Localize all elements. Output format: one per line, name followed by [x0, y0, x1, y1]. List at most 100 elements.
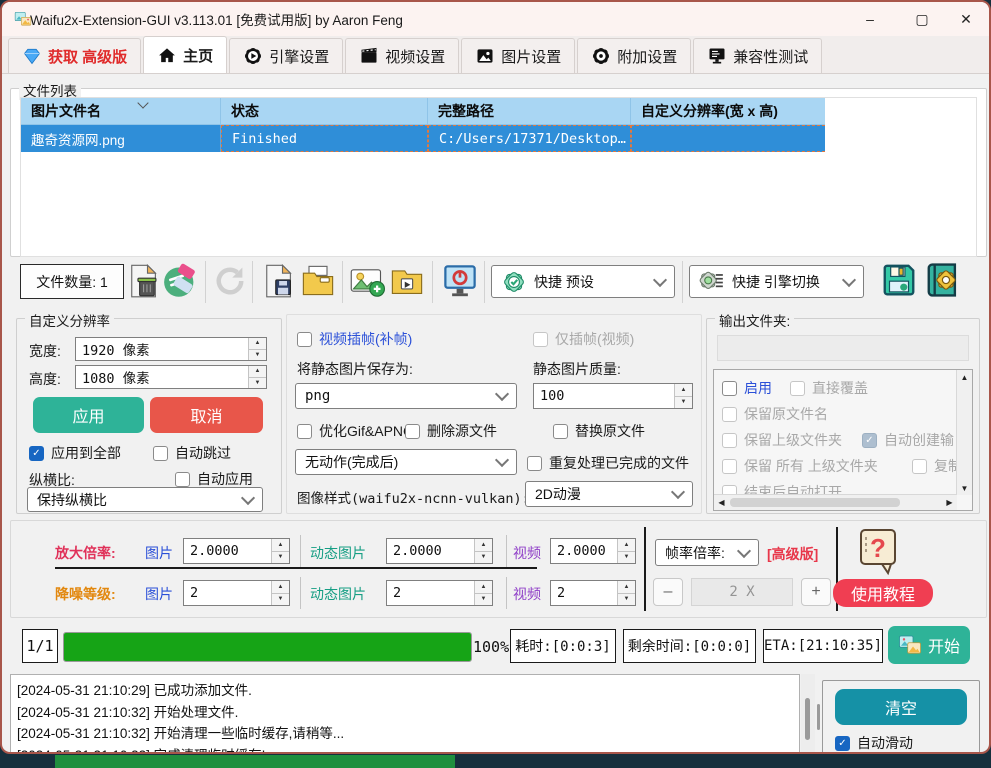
refresh-button[interactable] [212, 263, 248, 299]
optimize-gif-checkbox[interactable] [297, 424, 312, 439]
scroll-right-icon[interactable]: ▶ [942, 495, 957, 509]
spinner-arrows[interactable]: ▲▼ [271, 581, 289, 605]
horizontal-scrollbar[interactable]: ◀ ▶ [714, 494, 957, 510]
spinner-arrows[interactable]: ▲▼ [617, 581, 635, 605]
auto-apply-option[interactable]: 自动应用 [175, 469, 253, 489]
spinner-arrows[interactable]: ▲▼ [271, 539, 289, 563]
auto-apply-checkbox[interactable] [175, 472, 190, 487]
maximize-button[interactable]: ▢ [900, 4, 944, 34]
tab-home[interactable]: 主页 [143, 36, 227, 73]
spin-up-icon[interactable]: ▲ [475, 581, 492, 594]
scroll-down-icon[interactable]: ▼ [957, 481, 972, 495]
enable-output-option[interactable]: 启用 [722, 378, 772, 398]
column-header-path[interactable]: 完整路径 [428, 98, 631, 125]
spinner-arrows[interactable]: ▲▼ [474, 581, 492, 605]
upscale-video-spinbox[interactable]: 2.0000 ▲▼ [550, 538, 636, 564]
spin-down-icon[interactable]: ▼ [272, 552, 289, 564]
auto-create-folder-option[interactable]: 自动创建输 [862, 430, 957, 450]
spin-down-icon[interactable]: ▼ [618, 552, 635, 564]
interpolation-only-option[interactable]: 仅插帧(视频) [533, 329, 634, 349]
interpolation-only-checkbox[interactable] [533, 332, 548, 347]
clear-log-button[interactable]: 清空 [835, 689, 967, 725]
apply-resolution-button[interactable]: 应用 [33, 397, 144, 433]
tab-image-settings[interactable]: 图片设置 [461, 38, 575, 73]
save-settings-button[interactable] [880, 261, 918, 299]
tab-engine-settings[interactable]: 引擎设置 [229, 38, 343, 73]
settings-manual-button[interactable] [924, 261, 962, 299]
spin-up-icon[interactable]: ▲ [618, 581, 635, 594]
add-video-button[interactable] [389, 263, 425, 299]
tutorial-button[interactable]: 使用教程 [833, 579, 933, 607]
keep-parent-folder-option[interactable]: 保留上级文件夹 [722, 430, 842, 450]
apply-to-all-option[interactable]: 应用到全部 [29, 443, 121, 463]
keep-filename-checkbox[interactable] [722, 407, 737, 422]
cell-resolution[interactable] [631, 125, 825, 152]
apply-to-all-checkbox[interactable] [29, 446, 44, 461]
spin-up-icon[interactable]: ▲ [675, 384, 692, 397]
denoise-video-spinbox[interactable]: 2 ▲▼ [550, 580, 636, 606]
table-row[interactable]: 趣奇资源网.png Finished C:/Users/17371/Deskto… [21, 125, 976, 152]
upscale-image-spinbox[interactable]: 2.0000 ▲▼ [183, 538, 290, 564]
column-header-filename[interactable]: 图片文件名 [21, 98, 221, 125]
spin-down-icon[interactable]: ▼ [675, 397, 692, 409]
framerate-plus-button[interactable]: + [801, 578, 831, 606]
framerate-minus-button[interactable]: – [653, 578, 683, 606]
auto-create-folder-checkbox[interactable] [862, 433, 877, 448]
save-filelist-button[interactable] [260, 263, 296, 299]
spin-up-icon[interactable]: ▲ [618, 539, 635, 552]
video-interpolation-option[interactable]: 视频插帧(补帧) [297, 329, 412, 349]
vertical-scrollbar[interactable]: ▲ ▼ [956, 370, 972, 495]
image-style-dropdown[interactable]: 2D动漫 [525, 481, 693, 507]
clear-list-button[interactable] [163, 263, 199, 299]
quick-preset-dropdown[interactable]: 快捷 预设 [491, 265, 675, 298]
spin-up-icon[interactable]: ▲ [475, 539, 492, 552]
log-output[interactable]: [2024-05-31 21:10:29] 已成功添加文件. [2024-05-… [10, 674, 800, 754]
remove-file-button[interactable] [125, 263, 161, 299]
tab-compatibility-test[interactable]: 兼容性测试 [693, 38, 822, 73]
log-scrollbar[interactable] [801, 674, 815, 754]
copy-option[interactable]: 复制 [912, 456, 956, 476]
shutdown-option-button[interactable] [442, 263, 478, 299]
quick-engine-switch-dropdown[interactable]: 快捷 引擎切换 [689, 265, 864, 298]
overwrite-checkbox[interactable] [790, 381, 805, 396]
spinner-arrows[interactable]: ▲▼ [474, 539, 492, 563]
auto-skip-checkbox[interactable] [153, 446, 168, 461]
video-interpolation-checkbox[interactable] [297, 332, 312, 347]
keep-parent-folder-checkbox[interactable] [722, 433, 737, 448]
denoise-gif-spinbox[interactable]: 2 ▲▼ [386, 580, 493, 606]
start-button[interactable]: 开始 [888, 626, 970, 664]
spin-down-icon[interactable]: ▼ [475, 552, 492, 564]
spin-up-icon[interactable]: ▲ [272, 581, 289, 594]
scroll-thumb[interactable] [730, 498, 900, 507]
spin-up-icon[interactable]: ▲ [249, 338, 266, 350]
replace-original-checkbox[interactable] [553, 424, 568, 439]
cell-path[interactable]: C:/Users/17371/Desktop… [428, 125, 631, 152]
output-folder-input[interactable] [717, 335, 969, 361]
spin-down-icon[interactable]: ▼ [618, 594, 635, 606]
auto-scroll-option[interactable]: 自动滑动 [835, 733, 913, 753]
spin-down-icon[interactable]: ▼ [272, 594, 289, 606]
replace-original-option[interactable]: 替换原文件 [553, 421, 645, 441]
spinner-arrows[interactable]: ▲▼ [674, 384, 692, 408]
scroll-left-icon[interactable]: ◀ [714, 495, 729, 509]
aspect-ratio-dropdown[interactable]: 保持纵横比 [27, 487, 263, 512]
add-images-button[interactable] [349, 263, 385, 299]
optimize-gif-option[interactable]: 优化Gif&APNG [297, 421, 414, 441]
auto-skip-option[interactable]: 自动跳过 [153, 443, 231, 463]
framerate-multiplier-dropdown[interactable]: 帧率倍率: [655, 539, 759, 566]
width-spinbox[interactable]: 1920 像素 ▲▼ [75, 337, 267, 361]
tab-additional-settings[interactable]: 附加设置 [577, 38, 691, 73]
spinner-arrows[interactable]: ▲▼ [617, 539, 635, 563]
spin-up-icon[interactable]: ▲ [272, 539, 289, 552]
spin-up-icon[interactable]: ▲ [249, 366, 266, 378]
keep-filename-option[interactable]: 保留原文件名 [722, 404, 828, 424]
spin-down-icon[interactable]: ▼ [249, 378, 266, 389]
keep-all-parents-checkbox[interactable] [722, 459, 737, 474]
minimize-button[interactable]: – [848, 4, 892, 34]
tab-get-premium[interactable]: 获取 高级版 [8, 38, 141, 73]
spin-down-icon[interactable]: ▼ [475, 594, 492, 606]
splitter-grip[interactable] [817, 704, 820, 730]
quality-spinbox[interactable]: 100 ▲▼ [533, 383, 693, 409]
delete-source-checkbox[interactable] [405, 424, 420, 439]
copy-checkbox[interactable] [912, 459, 927, 474]
